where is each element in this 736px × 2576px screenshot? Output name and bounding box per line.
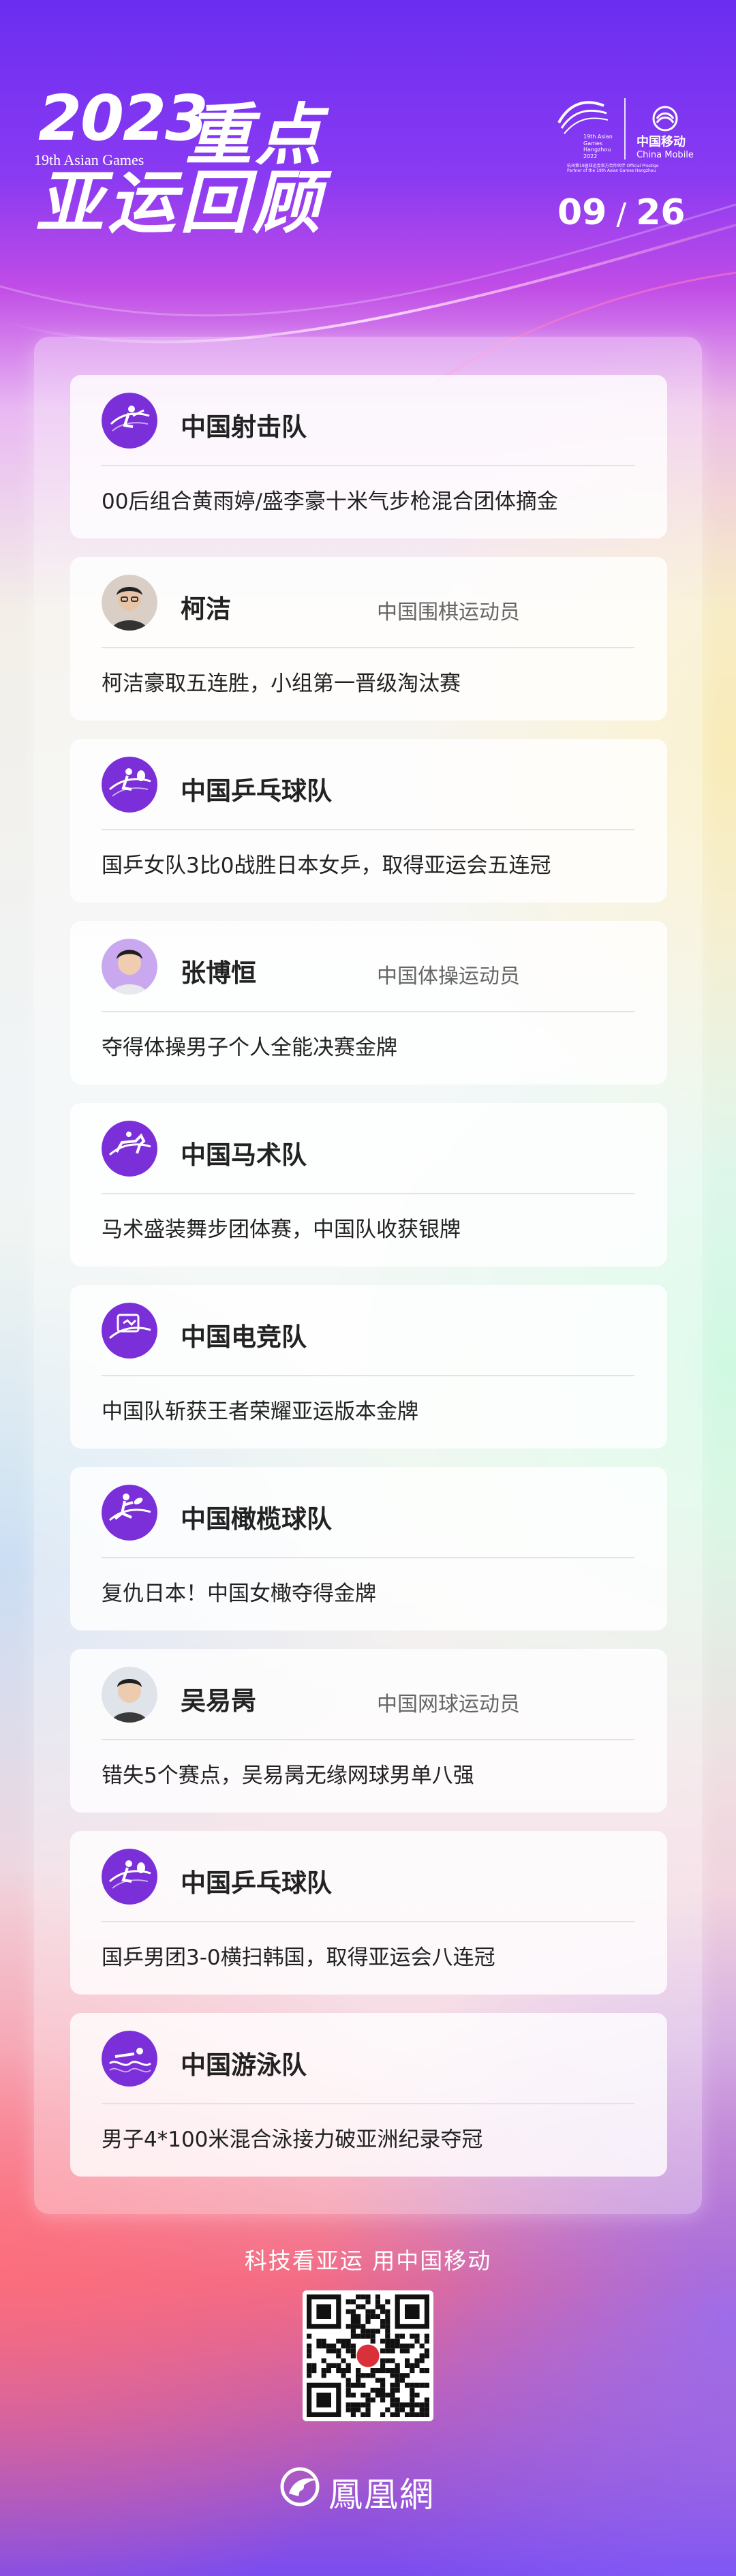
- card-description: 马术盛装舞步团体赛，中国队收获银牌: [102, 1217, 461, 1242]
- card-role: 中国网球运动员: [377, 1693, 520, 1716]
- card-name: 吴易昺: [181, 1686, 256, 1716]
- ifeng-brand[interactable]: 鳳凰網: [279, 2462, 463, 2515]
- avatar: [102, 575, 157, 631]
- title-line-1: 重点: [185, 97, 325, 175]
- rugby-icon: [102, 1485, 157, 1541]
- card-description: 错失5个赛点，吴易昺无缘网球男单八强: [102, 1763, 474, 1788]
- qr-code-icon[interactable]: [303, 2290, 433, 2421]
- card-description: 夺得体操男子个人全能决赛金牌: [102, 1035, 397, 1060]
- card-divider: [102, 1011, 634, 1012]
- card-name: 中国乒乓球队: [181, 1868, 332, 1898]
- partner-subtext: 杭州第19届亚运会官方合作伙伴 Official Prestige Partne…: [567, 164, 659, 174]
- highlight-card[interactable]: 中国乒乓球队 国乒女队3比0战胜日本女乒，取得亚运会五连冠: [70, 739, 667, 903]
- card-description: 国乒男团3-0横扫韩国，取得亚运会八连冠: [102, 1945, 495, 1970]
- card-name: 张博恒: [181, 958, 256, 988]
- card-name: 中国乒乓球队: [181, 776, 332, 806]
- card-divider: [102, 1375, 634, 1376]
- title-line-2: 亚运回顾: [35, 163, 324, 243]
- sponsor-logos: 19th Asian Games Hangzhou 2022 杭州第19届亚运会…: [556, 95, 702, 177]
- highlight-card[interactable]: 柯洁 中国围棋运动员 柯洁豪取五连胜，小组第一晋级淘汰赛: [70, 557, 667, 721]
- hangzhou-asian-games-logo: 19th Asian Games Hangzhou 2022 杭州第19届亚运会…: [556, 95, 658, 177]
- card-description: 男子4*100米混合泳接力破亚洲纪录夺冠: [102, 2127, 483, 2152]
- card-divider: [102, 1739, 634, 1740]
- highlight-card[interactable]: 中国游泳队 男子4*100米混合泳接力破亚洲纪录夺冠: [70, 2013, 667, 2177]
- card-divider: [102, 2103, 634, 2104]
- card-name: 中国游泳队: [181, 2050, 307, 2080]
- ifeng-logo-icon: [280, 2467, 320, 2506]
- ifeng-brand-text: 鳳凰網: [328, 2475, 435, 2515]
- card-name: 中国电竞队: [181, 1322, 307, 1352]
- date-day: 26: [636, 192, 686, 233]
- card-name: 中国橄榄球队: [181, 1504, 332, 1534]
- footer-slogan: 科技看亚运 用中国移动: [244, 2247, 492, 2274]
- date-label: 09 / 26: [557, 192, 686, 233]
- china-mobile-logo: 中国移动 China Mobile: [637, 105, 702, 160]
- highlight-card[interactable]: 中国橄榄球队 复仇日本！中国女橄夺得金牌: [70, 1467, 667, 1631]
- swimming-icon: [102, 2031, 157, 2087]
- card-role: 中国体操运动员: [377, 965, 520, 988]
- card-description: 中国队斩获王者荣耀亚运版本金牌: [102, 1399, 418, 1424]
- equestrian-icon: [102, 1121, 157, 1177]
- avatar: [102, 939, 157, 995]
- esports-icon: [102, 1303, 157, 1359]
- card-role: 中国围棋运动员: [377, 601, 520, 624]
- highlight-card[interactable]: 张博恒 中国体操运动员 夺得体操男子个人全能决赛金牌: [70, 921, 667, 1085]
- logo-divider: [624, 98, 626, 160]
- card-name: 中国射击队: [181, 412, 307, 442]
- year-title: 2023: [38, 82, 209, 155]
- card-divider: [102, 647, 634, 648]
- card-divider: [102, 1557, 634, 1558]
- card-description: 00后组合黄雨婷/盛李豪十米气步枪混合团体摘金: [102, 489, 558, 514]
- highlight-card[interactable]: 中国射击队 00后组合黄雨婷/盛李豪十米气步枪混合团体摘金: [70, 375, 667, 539]
- highlight-card[interactable]: 中国电竞队 中国队斩获王者荣耀亚运版本金牌: [70, 1285, 667, 1449]
- china-mobile-cn: 中国移动: [637, 135, 686, 149]
- card-divider: [102, 465, 634, 466]
- card-divider: [102, 1193, 634, 1194]
- hangzhou-logo-text: 19th Asian Games Hangzhou 2022: [583, 134, 613, 160]
- date-month: 09: [557, 192, 607, 233]
- highlight-card[interactable]: 中国马术队 马术盛装舞步团体赛，中国队收获银牌: [70, 1103, 667, 1267]
- highlights-panel: 中国射击队 00后组合黄雨婷/盛李豪十米气步枪混合团体摘金 柯洁 中国围棋运动员…: [34, 337, 702, 2214]
- hangzhou-logo-icon: [557, 101, 609, 134]
- card-name: 柯洁: [181, 594, 231, 624]
- card-description: 国乒女队3比0战胜日本女乒，取得亚运会五连冠: [102, 853, 551, 878]
- china-mobile-icon: [652, 106, 678, 132]
- card-divider: [102, 1921, 634, 1922]
- highlight-card[interactable]: 中国乒乓球队 国乒男团3-0横扫韩国，取得亚运会八连冠: [70, 1831, 667, 1995]
- table-tennis-icon: [102, 757, 157, 813]
- header: 2023 19th Asian Games 重点 亚运回顾 19th Asian…: [0, 0, 736, 382]
- date-separator: /: [616, 197, 627, 232]
- card-description: 柯洁豪取五连胜，小组第一晋级淘汰赛: [102, 671, 461, 696]
- card-name: 中国马术队: [181, 1140, 307, 1170]
- highlight-card[interactable]: 吴易昺 中国网球运动员 错失5个赛点，吴易昺无缘网球男单八强: [70, 1649, 667, 1813]
- china-mobile-en: China Mobile: [637, 150, 694, 160]
- table-tennis-icon: [102, 1849, 157, 1905]
- card-description: 复仇日本！中国女橄夺得金牌: [102, 1581, 376, 1606]
- card-divider: [102, 829, 634, 830]
- avatar: [102, 1667, 157, 1723]
- shooting-icon: [102, 393, 157, 449]
